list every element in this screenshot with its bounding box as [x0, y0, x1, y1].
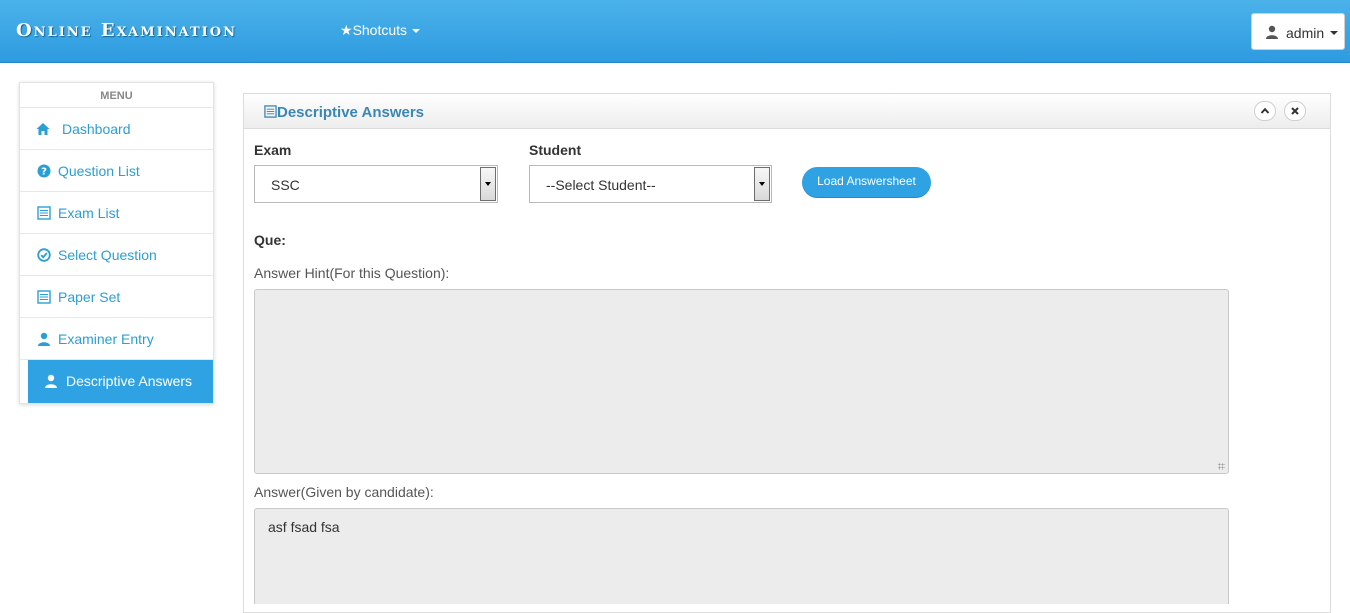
list-icon [264, 105, 277, 118]
user-icon [38, 332, 50, 346]
question-label: Que: [254, 232, 286, 248]
brand-logo[interactable]: Online Examination [16, 20, 237, 41]
sidebar-item-label: Descriptive Answers [66, 373, 193, 389]
student-select-value: --Select Student-- [546, 177, 656, 193]
sidebar-menu: MENU Dashboard ? Question List Exam List… [19, 82, 214, 404]
check-circle-icon [37, 248, 51, 262]
sidebar-item-exam-list[interactable]: Exam List [20, 192, 213, 234]
chevron-up-icon [1260, 107, 1270, 114]
svg-text:?: ? [41, 167, 47, 178]
collapse-button[interactable] [1254, 101, 1276, 121]
sidebar-item-label: Paper Set [58, 289, 121, 305]
panel-title: Descriptive Answers [264, 104, 424, 121]
star-icon: ★ [340, 22, 353, 38]
panel-header: Descriptive Answers [244, 94, 1330, 129]
student-select[interactable]: --Select Student-- [529, 165, 772, 203]
sidebar-item-examiner-entry[interactable]: Examiner Entry [20, 318, 213, 360]
close-icon [1291, 107, 1299, 115]
candidate-answer-textarea[interactable]: asf fsad fsa [254, 508, 1229, 604]
user-label: admin [1286, 25, 1325, 41]
sidebar-item-dashboard[interactable]: Dashboard [20, 108, 213, 150]
user-icon [1266, 25, 1278, 39]
user-icon [45, 374, 57, 388]
top-navbar: Online Examination ★Shotcuts admin [0, 0, 1350, 63]
sidebar-item-paper-set[interactable]: Paper Set [20, 276, 213, 318]
shortcuts-dropdown[interactable]: ★Shotcuts [340, 22, 421, 39]
exam-select[interactable]: SSC [254, 165, 498, 203]
shortcuts-label: Shotcuts [352, 22, 408, 38]
list-icon [37, 206, 51, 220]
candidate-answer-label: Answer(Given by candidate): [254, 484, 434, 500]
sidebar-item-select-question[interactable]: Select Question [20, 234, 213, 276]
exam-select-value: SSC [271, 177, 300, 193]
panel-title-text: Descriptive Answers [277, 104, 425, 121]
sidebar-item-label: Dashboard [62, 121, 131, 137]
menu-title: MENU [20, 83, 213, 108]
resize-handle-icon[interactable] [1218, 463, 1225, 470]
exam-label: Exam [254, 142, 292, 158]
list-icon [37, 290, 51, 304]
sidebar-item-question-list[interactable]: ? Question List [20, 150, 213, 192]
answer-hint-label: Answer Hint(For this Question): [254, 265, 450, 281]
close-button[interactable] [1284, 101, 1306, 121]
home-icon [36, 123, 50, 135]
user-menu-button[interactable]: admin [1251, 13, 1345, 50]
sidebar-item-label: Question List [58, 163, 140, 179]
sidebar-item-label: Examiner Entry [58, 331, 154, 347]
candidate-answer-text: asf fsad fsa [268, 519, 340, 535]
caret-down-icon [412, 29, 421, 34]
sidebar-item-descriptive-answers[interactable]: Descriptive Answers [28, 360, 213, 403]
dropdown-arrow-icon [480, 167, 496, 201]
sidebar-item-label: Exam List [58, 205, 120, 221]
dropdown-arrow-icon [754, 167, 770, 201]
student-label: Student [529, 142, 582, 158]
caret-down-icon [1330, 31, 1338, 35]
sidebar-item-label: Select Question [58, 247, 157, 263]
load-answersheet-button[interactable]: Load Answersheet [802, 167, 931, 198]
question-circle-icon: ? [37, 164, 51, 178]
answer-hint-textarea[interactable] [254, 289, 1229, 474]
